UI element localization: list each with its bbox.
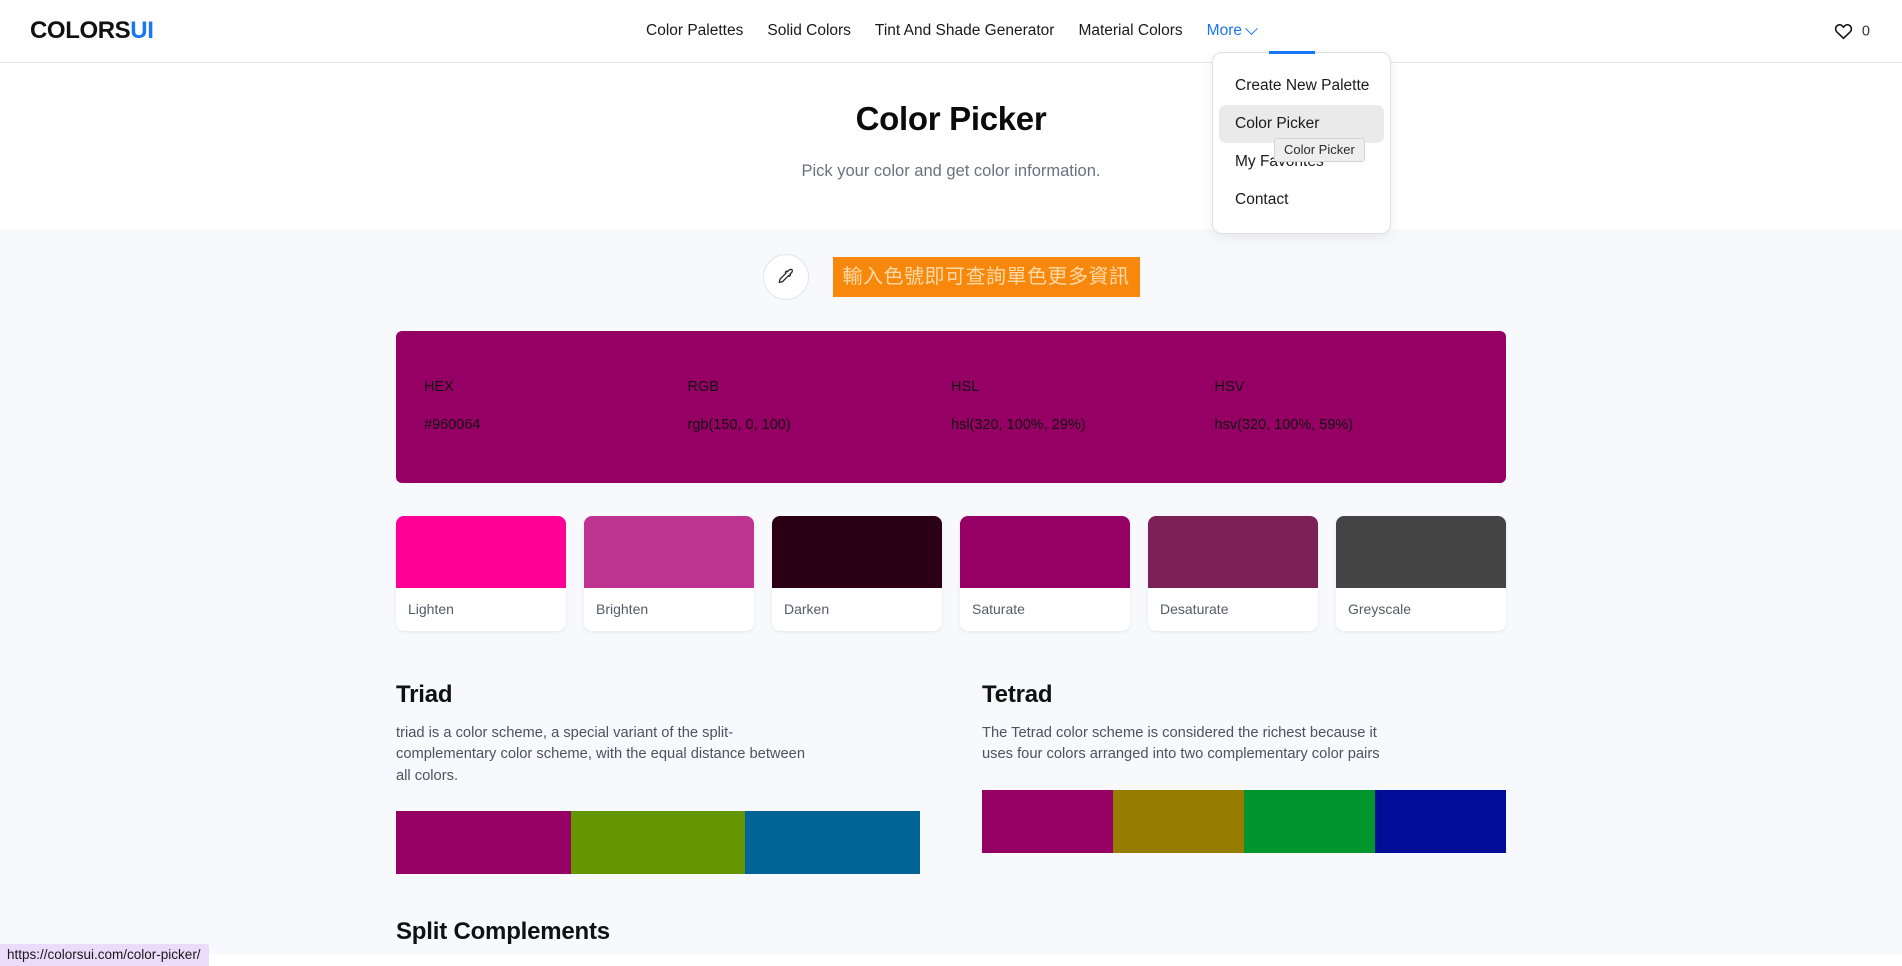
chevron-down-icon: [1245, 22, 1258, 35]
swatch-card-desaturate[interactable]: Desaturate: [1148, 516, 1318, 631]
scheme-description: The Tetrad color scheme is considered th…: [982, 723, 1407, 766]
color-info-field-hsl: HSL hsl(320, 100%, 29%): [951, 379, 1215, 483]
status-bar-url: https://colorsui.com/color-picker/: [0, 944, 209, 966]
favorites-count: 0: [1862, 23, 1870, 39]
color-info-label: RGB: [688, 379, 952, 395]
color-info-label: HSL: [951, 379, 1215, 395]
swatch-color: [772, 516, 942, 588]
split-complements-title: Split Complements: [396, 918, 1506, 946]
nav-item-material-colors[interactable]: Material Colors: [1076, 18, 1184, 44]
logo-text-primary: COLORS: [30, 17, 130, 44]
color-info-label: HEX: [424, 379, 688, 395]
scheme-triad: Triad triad is a color scheme, a special…: [396, 681, 920, 874]
color-info-value[interactable]: hsv(320, 100%, 59%): [1215, 417, 1479, 433]
swatch-color: [396, 516, 566, 588]
swatch-label: Greyscale: [1336, 588, 1506, 631]
eyedropper-button[interactable]: [763, 254, 809, 300]
nav-item-more-label: More: [1207, 22, 1242, 40]
swatch-color: [1148, 516, 1318, 588]
scheme-bar[interactable]: [571, 811, 746, 874]
main-nav: Color Palettes Solid Colors Tint And Sha…: [644, 18, 1258, 44]
dropdown-active-indicator: [1269, 51, 1315, 54]
swatch-card-saturate[interactable]: Saturate: [960, 516, 1130, 631]
color-info-value[interactable]: hsl(320, 100%, 29%): [951, 417, 1215, 433]
heart-icon: [1834, 23, 1853, 40]
nav-item-solid-colors[interactable]: Solid Colors: [765, 18, 853, 44]
color-info-value[interactable]: rgb(150, 0, 100): [688, 417, 952, 433]
hero-section: Color Picker Pick your color and get col…: [0, 63, 1902, 229]
swatch-label: Lighten: [396, 588, 566, 631]
nav-item-color-palettes[interactable]: Color Palettes: [644, 18, 745, 44]
logo[interactable]: COLORSUI: [30, 17, 153, 45]
dropdown-item-create-new-palette[interactable]: Create New Palette: [1213, 67, 1390, 105]
swatch-card-lighten[interactable]: Lighten: [396, 516, 566, 631]
color-info-field-hex: HEX #960064: [424, 379, 688, 483]
eyedropper-icon: [776, 267, 796, 287]
scheme-title: Tetrad: [982, 681, 1506, 709]
scheme-description: triad is a color scheme, a special varia…: [396, 723, 821, 787]
swatch-color: [960, 516, 1130, 588]
scheme-bar[interactable]: [1375, 790, 1506, 853]
site-header: COLORSUI Color Palettes Solid Colors Tin…: [0, 0, 1902, 63]
scheme-bars: [396, 811, 920, 874]
variation-swatch-row: Lighten Brighten Darken Saturate Desatur…: [396, 516, 1506, 631]
scheme-bar[interactable]: [1113, 790, 1244, 853]
scheme-title: Triad: [396, 681, 920, 709]
main-content: 輸入色號即可查詢單色更多資訊 HEX #960064 RGB rgb(150, …: [0, 229, 1902, 955]
scheme-bar[interactable]: [396, 811, 571, 874]
logo-text-accent: UI: [130, 17, 153, 44]
scheme-bar[interactable]: [1244, 790, 1375, 853]
swatch-label: Brighten: [584, 588, 754, 631]
page-title: Color Picker: [0, 100, 1902, 138]
swatch-card-greyscale[interactable]: Greyscale: [1336, 516, 1506, 631]
swatch-color: [1336, 516, 1506, 588]
scheme-tetrad: Tetrad The Tetrad color scheme is consid…: [982, 681, 1506, 874]
page-subtitle: Pick your color and get color informatio…: [0, 162, 1902, 181]
info-banner: 輸入色號即可查詢單色更多資訊: [833, 257, 1140, 297]
swatch-label: Darken: [772, 588, 942, 631]
color-info-panel[interactable]: HEX #960064 RGB rgb(150, 0, 100) HSL hsl…: [396, 331, 1506, 483]
dropdown-item-contact[interactable]: Contact: [1213, 181, 1390, 219]
nav-item-tint-and-shade-generator[interactable]: Tint And Shade Generator: [873, 18, 1057, 44]
swatch-label: Saturate: [960, 588, 1130, 631]
picker-row: 輸入色號即可查詢單色更多資訊: [0, 229, 1902, 300]
color-info-field-rgb: RGB rgb(150, 0, 100): [688, 379, 952, 483]
scheme-bars: [982, 790, 1506, 853]
scheme-bar[interactable]: [982, 790, 1113, 853]
swatch-color: [584, 516, 754, 588]
swatch-label: Desaturate: [1148, 588, 1318, 631]
color-info-field-hsv: HSV hsv(320, 100%, 59%): [1215, 379, 1479, 483]
swatch-card-brighten[interactable]: Brighten: [584, 516, 754, 631]
color-info-label: HSV: [1215, 379, 1479, 395]
dropdown-tooltip: Color Picker: [1274, 138, 1365, 162]
color-schemes: Triad triad is a color scheme, a special…: [396, 681, 1506, 874]
swatch-card-darken[interactable]: Darken: [772, 516, 942, 631]
scheme-bar[interactable]: [745, 811, 920, 874]
color-info-value[interactable]: #960064: [424, 417, 688, 433]
nav-item-more[interactable]: More: [1205, 18, 1258, 44]
favorites-button[interactable]: 0: [1834, 23, 1870, 40]
